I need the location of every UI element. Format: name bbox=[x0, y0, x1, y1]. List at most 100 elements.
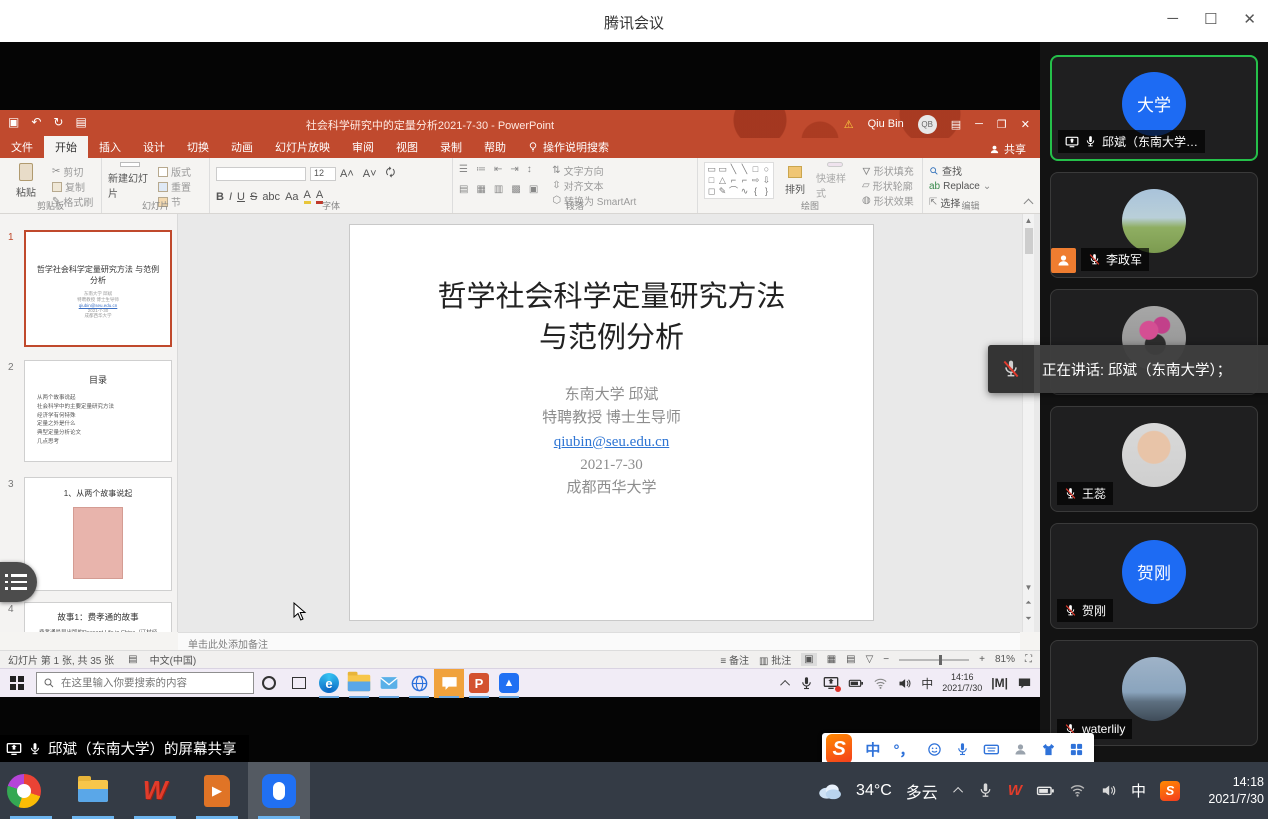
spellcheck-icon[interactable]: ▤ bbox=[128, 654, 137, 665]
slide-thumbnail-3[interactable]: 1、从两个故事说起 bbox=[24, 477, 172, 591]
hidden-icons-chevron[interactable] bbox=[953, 787, 963, 797]
mathtype-tray-icon[interactable]: |M| bbox=[991, 676, 1008, 690]
tab-animations[interactable]: 动画 bbox=[220, 136, 264, 158]
previous-slide-button[interactable]: ⏶ bbox=[1023, 598, 1034, 608]
notes-toggle[interactable]: ≡ 备注 bbox=[720, 652, 749, 667]
warning-icon[interactable]: ⚠ bbox=[844, 118, 854, 131]
participant-tile-hegang[interactable]: 贺刚 贺刚 bbox=[1050, 523, 1258, 629]
punctuation-toggle[interactable]: °， bbox=[893, 739, 914, 760]
speaker-icon[interactable] bbox=[1100, 782, 1117, 799]
ime-indicator[interactable]: 中 bbox=[1131, 780, 1146, 801]
sogou-tray-icon[interactable]: S bbox=[1160, 781, 1180, 801]
paste-button[interactable]: 粘贴 bbox=[6, 162, 46, 200]
microphone-tray-icon[interactable] bbox=[977, 782, 994, 799]
notification-icon[interactable] bbox=[1017, 676, 1032, 691]
weather-icon[interactable] bbox=[816, 778, 842, 804]
collapse-ribbon-button[interactable] bbox=[1024, 199, 1034, 209]
tencent-meeting-icon[interactable]: ▲ bbox=[494, 669, 524, 698]
participant-tile-qiubin[interactable]: 大学 邱斌（东南大学… bbox=[1050, 55, 1258, 161]
account-name[interactable]: Qiu Bin bbox=[868, 118, 904, 130]
find-button[interactable]: 查找 bbox=[929, 164, 1012, 177]
tab-help[interactable]: 帮助 bbox=[473, 136, 517, 158]
hidden-icons-chevron[interactable] bbox=[780, 679, 790, 689]
wps-tray-icon[interactable]: W bbox=[1008, 782, 1022, 799]
copy-button[interactable]: 复制 bbox=[52, 180, 93, 193]
grow-font-button[interactable]: A˄ bbox=[340, 168, 354, 180]
tab-review[interactable]: 审阅 bbox=[341, 136, 385, 158]
align-center-button[interactable]: ▦ bbox=[476, 184, 485, 195]
zoom-in-button[interactable]: + bbox=[979, 654, 985, 665]
view-sorter-button[interactable]: ▦ bbox=[827, 654, 836, 665]
font-name-box[interactable] bbox=[216, 167, 306, 181]
tell-me-search[interactable]: 操作说明搜索 bbox=[517, 136, 619, 158]
view-reading-button[interactable]: ▤ bbox=[846, 654, 855, 665]
edge-icon[interactable]: e bbox=[314, 669, 344, 698]
fit-to-window-button[interactable]: ⛶ bbox=[1025, 654, 1032, 665]
align-left-button[interactable]: ▤ bbox=[459, 184, 468, 195]
battery-icon[interactable] bbox=[1036, 781, 1055, 800]
weather-desc[interactable]: 多云 bbox=[906, 779, 938, 803]
reset-button[interactable]: 重置 bbox=[158, 180, 191, 193]
sogou-logo-icon[interactable]: S bbox=[826, 734, 852, 764]
ime-mode-toggle[interactable]: 中 bbox=[865, 739, 880, 760]
redo-icon[interactable]: ↻ bbox=[53, 115, 63, 129]
undo-icon[interactable]: ↶ bbox=[31, 115, 41, 129]
font-size-box[interactable]: 12 bbox=[310, 167, 336, 181]
maximize-button[interactable]: ☐ bbox=[1204, 10, 1217, 28]
align-text-button[interactable]: ⇳对齐文本 bbox=[552, 179, 636, 192]
participant-tile-wangrui[interactable]: 王蕊 bbox=[1050, 406, 1258, 512]
cortana-icon[interactable] bbox=[254, 669, 284, 698]
browser-globe-icon[interactable] bbox=[404, 669, 434, 698]
minimize-button[interactable]: ─ bbox=[1167, 10, 1178, 28]
powerpoint-icon[interactable]: P bbox=[464, 669, 494, 698]
text-direction-button[interactable]: ⇅文字方向 bbox=[552, 164, 636, 177]
tab-design[interactable]: 设计 bbox=[132, 136, 176, 158]
close-button[interactable]: ✕ bbox=[1243, 10, 1256, 28]
soft-keyboard-icon[interactable] bbox=[983, 740, 1000, 759]
email-link[interactable]: qiubin@seu.edu.cn bbox=[350, 431, 873, 454]
arrange-button[interactable]: 排列 bbox=[782, 162, 808, 200]
comments-toggle[interactable]: ▥ 批注 bbox=[759, 652, 791, 667]
account-icon[interactable] bbox=[1013, 741, 1028, 758]
view-slideshow-button[interactable]: ▽ bbox=[866, 654, 874, 665]
indent-decrease-button[interactable]: ⇤ bbox=[494, 164, 502, 175]
tab-record[interactable]: 录制 bbox=[429, 136, 473, 158]
zoom-slider[interactable] bbox=[899, 659, 969, 661]
indent-increase-button[interactable]: ⇥ bbox=[510, 164, 518, 175]
cut-button[interactable]: ✂剪切 bbox=[52, 165, 93, 178]
weather-temp[interactable]: 34°C bbox=[856, 782, 892, 800]
taskbar-search[interactable] bbox=[36, 672, 254, 694]
ppt-close-button[interactable]: ✕ bbox=[1021, 118, 1030, 131]
microphone-icon[interactable] bbox=[799, 676, 814, 691]
battery-icon[interactable] bbox=[848, 675, 864, 691]
layout-button[interactable]: 版式 bbox=[158, 165, 191, 178]
ppt-minimize-button[interactable]: ─ bbox=[975, 118, 983, 130]
columns-button[interactable]: ▣ bbox=[529, 184, 538, 195]
participant-tile-lizhengjun[interactable]: 李政军 bbox=[1050, 172, 1258, 278]
tab-home[interactable]: 开始 bbox=[44, 136, 88, 158]
save-icon[interactable]: ▣ bbox=[8, 115, 19, 129]
tab-transitions[interactable]: 切换 bbox=[176, 136, 220, 158]
toolbox-icon[interactable] bbox=[1069, 741, 1084, 758]
zoom-out-button[interactable]: − bbox=[883, 654, 889, 665]
speaker-icon[interactable] bbox=[897, 676, 912, 691]
justify-button[interactable]: ▩ bbox=[511, 184, 520, 195]
shape-fill-button[interactable]: 🜄形状填充 bbox=[862, 164, 914, 177]
vertical-scrollbar[interactable]: ▲ ▼ ⏶ ⏷ bbox=[1022, 214, 1034, 632]
start-button[interactable] bbox=[10, 676, 24, 690]
account-avatar[interactable]: QB bbox=[918, 115, 937, 134]
next-slide-button[interactable]: ⏷ bbox=[1023, 614, 1034, 624]
wifi-icon[interactable] bbox=[873, 676, 888, 691]
clock[interactable]: 14:18 2021/7/30 bbox=[1194, 774, 1264, 808]
slide-canvas[interactable]: 哲学社会科学定量研究方法 与范例分析 东南大学 邱斌 特聘教授 博士生导师 qi… bbox=[350, 225, 873, 620]
emoji-icon[interactable] bbox=[927, 741, 942, 758]
preview-icon[interactable]: ▤ bbox=[75, 115, 86, 129]
notes-pane[interactable]: 单击此处添加备注 bbox=[178, 632, 1020, 650]
numbering-button[interactable]: ≔ bbox=[476, 164, 486, 175]
ppt-share-button[interactable]: 共享 bbox=[989, 141, 1026, 157]
mail-icon[interactable] bbox=[374, 669, 404, 698]
clear-format-button[interactable]: 🗘 bbox=[386, 164, 396, 183]
file-explorer-icon[interactable] bbox=[62, 762, 124, 819]
tab-view[interactable]: 视图 bbox=[385, 136, 429, 158]
line-spacing-button[interactable]: ↕ bbox=[527, 164, 532, 175]
